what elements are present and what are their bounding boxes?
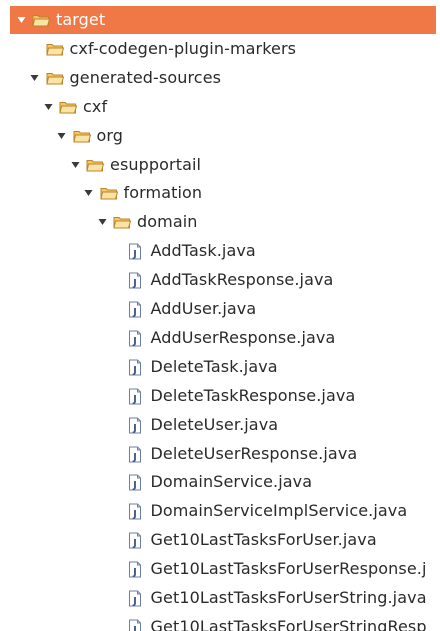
tree-folder-node[interactable]: cxf-codegen-plugin-markers bbox=[0, 35, 440, 63]
tree-node-label: AddUserResponse.java bbox=[150, 327, 336, 347]
tree-file-node[interactable]: J AddTask.java bbox=[0, 237, 440, 265]
folder-icon bbox=[59, 99, 77, 115]
folder-icon bbox=[113, 214, 131, 230]
tree-folder-node[interactable]: formation bbox=[0, 179, 440, 207]
folder-icon bbox=[72, 128, 91, 144]
tree-node-label: cxf bbox=[83, 96, 108, 116]
folder-icon bbox=[99, 185, 118, 201]
chevron-down-icon[interactable] bbox=[57, 131, 67, 141]
java-file-icon: J bbox=[127, 446, 145, 463]
tree-file-node[interactable]: J DomainService.java bbox=[0, 468, 440, 496]
tree-node-label: esupportail bbox=[110, 154, 202, 174]
tree-node-label: generated-sources bbox=[69, 67, 222, 87]
tree-file-node[interactable]: J DeleteTaskResponse.java bbox=[0, 382, 440, 410]
svg-text:J: J bbox=[132, 538, 137, 549]
java-file-icon: J bbox=[127, 243, 145, 260]
tree-node-label: formation bbox=[123, 183, 203, 203]
tree-node-label: DeleteTask.java bbox=[150, 356, 278, 376]
java-file-icon: J bbox=[127, 359, 145, 376]
java-file-icon: J bbox=[127, 417, 145, 434]
tree-node-label: DeleteTaskResponse.java bbox=[150, 385, 356, 405]
java-file-icon: J bbox=[127, 590, 145, 607]
tree-node-label: Get10LastTasksForUserString.java bbox=[150, 588, 427, 607]
tree-file-node[interactable]: J AddTaskResponse.java bbox=[0, 266, 440, 294]
svg-text:J: J bbox=[132, 365, 137, 376]
tree-file-node[interactable]: J Get10LastTasksForUser.java bbox=[0, 526, 440, 554]
tree-node-label: org bbox=[96, 125, 124, 145]
svg-text:J: J bbox=[132, 625, 137, 631]
tree-folder-node[interactable]: org bbox=[0, 122, 440, 150]
java-file-icon: J bbox=[127, 388, 145, 405]
tree-file-node[interactable]: J DeleteTask.java bbox=[0, 353, 440, 381]
chevron-down-icon[interactable] bbox=[97, 217, 107, 227]
java-file-icon: J bbox=[127, 272, 145, 289]
folder-icon bbox=[86, 157, 104, 173]
tree-folder-node[interactable]: esupportail bbox=[0, 151, 440, 179]
chevron-down-icon[interactable] bbox=[30, 73, 40, 83]
tree-node-label: DeleteUserResponse.java bbox=[150, 443, 358, 463]
chevron-down-icon[interactable] bbox=[43, 102, 53, 112]
tree-node-label: Get10LastTasksForUser.java bbox=[150, 530, 377, 550]
tree-file-node[interactable]: J DomainServiceImplService.java bbox=[0, 497, 440, 525]
svg-text:J: J bbox=[132, 278, 137, 289]
chevron-down-icon[interactable] bbox=[16, 15, 26, 25]
tree-file-node[interactable]: J AddUser.java bbox=[0, 295, 440, 323]
project-explorer-tree: target cxf-codegen-plugin-markers generate… bbox=[0, 0, 440, 631]
svg-text:J: J bbox=[132, 596, 137, 607]
tree-file-node[interactable]: J Get10LastTasksForUserResponse.j bbox=[0, 555, 440, 583]
svg-text:J: J bbox=[132, 452, 137, 463]
java-file-icon: J bbox=[127, 301, 145, 318]
tree-file-node[interactable]: J DeleteUser.java bbox=[0, 411, 440, 439]
chevron-down-icon[interactable] bbox=[84, 188, 94, 198]
java-file-icon: J bbox=[127, 561, 145, 578]
tree-folder-node[interactable]: target bbox=[10, 6, 436, 34]
tree-node-label: AddTaskResponse.java bbox=[150, 270, 334, 290]
folder-icon bbox=[45, 41, 64, 57]
java-file-icon: J bbox=[127, 503, 145, 520]
folder-icon bbox=[32, 12, 50, 28]
tree-node-label: AddTask.java bbox=[150, 241, 256, 261]
chevron-down-icon[interactable] bbox=[70, 160, 80, 170]
svg-text:J: J bbox=[132, 336, 137, 347]
svg-text:J: J bbox=[132, 423, 137, 434]
folder-icon bbox=[45, 70, 64, 86]
tree-node-label: DomainServiceImplService.java bbox=[150, 501, 408, 521]
tree-node-label: Get10LastTasksForUserResponse.j bbox=[150, 559, 427, 579]
tree-node-label: cxf-codegen-plugin-markers bbox=[69, 38, 297, 58]
java-file-icon: J bbox=[127, 532, 145, 549]
svg-text:J: J bbox=[132, 509, 137, 520]
java-file-icon: J bbox=[127, 474, 145, 491]
tree-folder-node[interactable]: domain bbox=[0, 208, 440, 236]
tree-file-node[interactable]: J DeleteUserResponse.java bbox=[0, 440, 440, 468]
svg-text:J: J bbox=[132, 567, 137, 578]
java-file-icon: J bbox=[127, 330, 145, 347]
tree-folder-node[interactable]: generated-sources bbox=[0, 64, 440, 92]
tree-node-label: DeleteUser.java bbox=[150, 414, 279, 434]
svg-text:J: J bbox=[132, 394, 137, 405]
svg-text:J: J bbox=[132, 307, 137, 318]
java-file-icon: J bbox=[127, 619, 145, 631]
tree-node-label: domain bbox=[137, 212, 198, 232]
tree-folder-node[interactable]: cxf bbox=[0, 93, 440, 121]
tree-node-label: DomainService.java bbox=[150, 472, 313, 492]
tree-file-node[interactable]: J Get10LastTasksForUserString.java bbox=[0, 584, 440, 612]
tree-file-node[interactable]: J Get10LastTasksForUserStringResp bbox=[0, 613, 440, 631]
tree-file-node[interactable]: J AddUserResponse.java bbox=[0, 324, 440, 352]
tree-node-label: target bbox=[56, 10, 106, 29]
tree-node-label: AddUser.java bbox=[150, 299, 257, 318]
tree-node-label: Get10LastTasksForUserStringResp bbox=[150, 616, 427, 631]
svg-text:J: J bbox=[132, 480, 137, 491]
svg-text:J: J bbox=[132, 249, 137, 260]
